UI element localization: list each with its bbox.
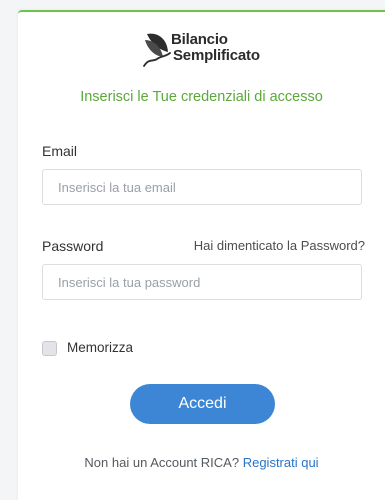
login-subtitle: Inserisci le Tue credenziali di accesso xyxy=(80,89,323,105)
leaf-logo-icon xyxy=(143,33,171,67)
forgot-password-link[interactable]: Hai dimenticato la Password? xyxy=(194,237,365,255)
login-button[interactable]: Accedi xyxy=(130,384,275,424)
brand-name-line1: Bilancio xyxy=(171,31,228,48)
email-input[interactable] xyxy=(42,169,362,205)
password-input[interactable] xyxy=(42,264,362,300)
email-label: Email xyxy=(42,143,78,159)
login-card: Bilancio Semplificato Inserisci le Tue c… xyxy=(18,10,385,500)
register-text: Non hai un Account RICA? xyxy=(84,455,240,470)
remember-me-checkbox[interactable] xyxy=(42,340,57,356)
brand-name: Bilancio Semplificato xyxy=(171,32,260,64)
password-label: Password xyxy=(42,238,104,254)
remember-me-toggle[interactable]: Memorizza xyxy=(42,338,133,358)
register-link[interactable]: Registrati qui xyxy=(243,455,319,470)
brand-logo: Bilancio Semplificato xyxy=(143,30,283,74)
login-page: Bilancio Semplificato Inserisci le Tue c… xyxy=(0,0,385,500)
brand-name-line2: Semplificato xyxy=(173,47,260,64)
register-prompt: Non hai un Account RICA? Registrati qui xyxy=(18,454,385,472)
remember-me-label: Memorizza xyxy=(67,340,134,355)
